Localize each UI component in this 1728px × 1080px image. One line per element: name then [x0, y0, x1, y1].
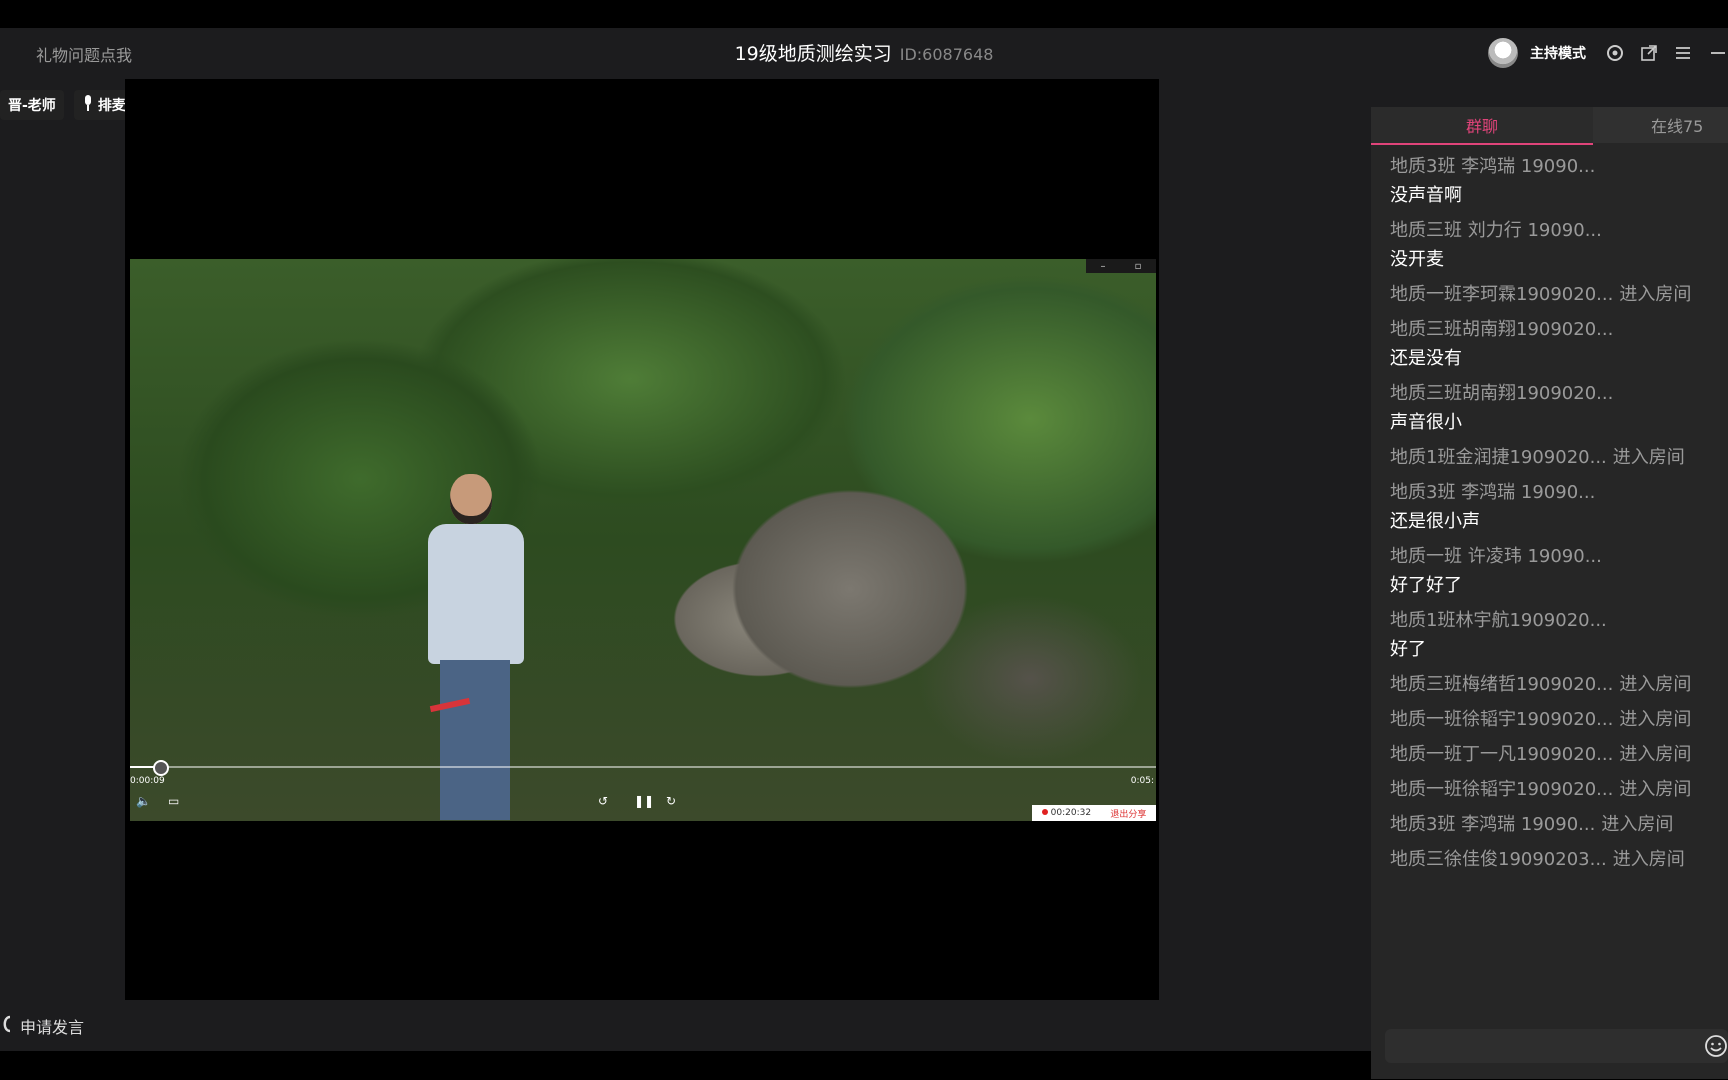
- shared-video[interactable]: – ▫ 0:00:09 0:05: 🔈 ▭ ↺ ❚❚ ↻ 00:20:32 退出…: [130, 259, 1156, 821]
- exit-share-button[interactable]: 退出分享: [1110, 807, 1146, 820]
- forward-icon[interactable]: ↻: [666, 794, 676, 808]
- teacher-label: 晋-老师: [8, 98, 56, 114]
- phone-icon: [0, 1015, 14, 1037]
- chat-sender[interactable]: 地质一班李珂霖1909020...: [1390, 284, 1613, 305]
- room-title: 19级地质测绘实习: [734, 43, 892, 65]
- host-mode-label[interactable]: 主持模式: [1530, 43, 1586, 63]
- chat-message: 地质3班 李鸿瑞 19090... 还是很小声: [1390, 482, 1725, 533]
- chat-enter-row: 地质1班金润捷1909020... 进入房间: [1390, 447, 1725, 469]
- chat-enter-room-notice: 进入房间: [1601, 814, 1674, 835]
- chat-message-list[interactable]: 地质3班 李鸿瑞 19090... 没声音啊地质三班 刘力行 19090... 没开…: [1390, 156, 1725, 884]
- chat-message: 地质一班徐韬宇1909020... 进入房间: [1390, 709, 1725, 731]
- chat-enter-room-notice: 进入房间: [1619, 709, 1692, 730]
- teacher-pill[interactable]: 晋-老师: [0, 90, 64, 120]
- chat-sender[interactable]: 地质1班林宇航1909020...: [1390, 610, 1725, 632]
- sidebar-tabs: 群聊 在线75: [1371, 107, 1728, 145]
- apply-speak-button[interactable]: 申请发言: [0, 1014, 84, 1038]
- room-title-bar: 19级地质测绘实习 ID:6087648: [0, 39, 1728, 66]
- chat-message: 地质一班徐韬宇1909020... 进入房间: [1390, 779, 1725, 801]
- chat-sender[interactable]: 地质三班 刘力行 19090...: [1390, 220, 1725, 242]
- minimize-icon[interactable]: [1706, 42, 1728, 64]
- video-time-total: 0:05:: [1130, 776, 1154, 786]
- chat-message: 地质一班丁一凡1909020... 进入房间: [1390, 744, 1725, 766]
- emoji-icon[interactable]: [1704, 1034, 1728, 1058]
- chat-sender[interactable]: 地质三班胡南翔1909020...: [1390, 319, 1725, 341]
- chat-message: 地质1班林宇航1909020... 好了: [1390, 610, 1725, 661]
- video-minimize-icon[interactable]: –: [1101, 261, 1106, 272]
- video-time-current: 0:00:09: [130, 776, 165, 786]
- queue-mic-label: 排麦: [97, 98, 126, 114]
- chat-enter-row: 地质三班梅绪哲1909020... 进入房间: [1390, 674, 1725, 696]
- recording-status: 00:20:32 退出分享: [1032, 805, 1156, 821]
- chat-message: 地质一班李珂霖1909020... 进入房间: [1390, 284, 1725, 306]
- chat-sender[interactable]: 地质一班徐韬宇1909020...: [1390, 709, 1613, 730]
- left-toolbar: 晋-老师 排麦: [0, 90, 134, 120]
- pause-icon[interactable]: ❚❚: [634, 794, 654, 808]
- chat-sender[interactable]: 地质3班 李鸿瑞 19090...: [1390, 482, 1725, 504]
- chat-enter-row: 地质一班徐韬宇1909020... 进入房间: [1390, 709, 1725, 731]
- chat-enter-room-notice: 进入房间: [1619, 284, 1692, 305]
- mic-icon: [82, 94, 94, 116]
- chat-text: 声音很小: [1390, 412, 1462, 433]
- popout-icon[interactable]: [1638, 42, 1660, 64]
- chat-enter-row: 地质3班 李鸿瑞 19090... 进入房间: [1390, 814, 1725, 836]
- chat-message: 地质三班胡南翔1909020... 还是没有: [1390, 319, 1725, 370]
- chat-sender[interactable]: 地质1班金润捷1909020...: [1390, 447, 1607, 468]
- tab-online[interactable]: 在线75: [1593, 107, 1728, 143]
- chat-enter-room-notice: 进入房间: [1619, 674, 1692, 695]
- chat-enter-room-notice: 进入房间: [1612, 447, 1685, 468]
- chat-message: 地质3班 李鸿瑞 19090... 没声音啊: [1390, 156, 1725, 207]
- menu-icon[interactable]: [1672, 42, 1694, 64]
- chat-input[interactable]: [1385, 1029, 1728, 1063]
- video-progress-knob[interactable]: [152, 760, 169, 776]
- chat-message: 地质三班梅绪哲1909020... 进入房间: [1390, 674, 1725, 696]
- chat-sender[interactable]: 地质三班胡南翔1909020...: [1390, 383, 1725, 405]
- video-progress-bar[interactable]: [130, 760, 1156, 776]
- chat-enter-row: 地质一班李珂霖1909020... 进入房间: [1390, 284, 1725, 306]
- video-window-controls: – ▫: [1086, 259, 1156, 273]
- chat-sidebar: 群聊 在线75 地质3班 李鸿瑞 19090... 没声音啊地质三班 刘力行 19…: [1371, 107, 1728, 1079]
- chat-message: 地质三徐佳俊19090203... 进入房间: [1390, 849, 1725, 871]
- chat-text: 好了: [1390, 639, 1426, 660]
- chat-enter-row: 地质一班丁一凡1909020... 进入房间: [1390, 744, 1725, 766]
- chat-text: 还是没有: [1390, 348, 1462, 369]
- chat-message: 地质三班 刘力行 19090... 没开麦: [1390, 220, 1725, 271]
- chat-enter-row: 地质一班徐韬宇1909020... 进入房间: [1390, 779, 1725, 801]
- video-restore-icon[interactable]: ▫: [1135, 261, 1142, 272]
- rewind-icon[interactable]: ↺: [598, 794, 608, 808]
- chat-enter-room-notice: 进入房间: [1619, 744, 1692, 765]
- chat-sender[interactable]: 地质一班 许凌玮 19090...: [1390, 546, 1725, 568]
- room-id: ID:6087648: [899, 45, 994, 64]
- chat-message: 地质一班 许凌玮 19090... 好了好了: [1390, 546, 1725, 597]
- chat-sender[interactable]: 地质3班 李鸿瑞 19090...: [1390, 156, 1725, 178]
- settings-icon[interactable]: [1604, 42, 1626, 64]
- chat-sender[interactable]: 地质三班梅绪哲1909020...: [1390, 674, 1613, 695]
- chat-sender[interactable]: 地质三徐佳俊19090203...: [1390, 849, 1607, 870]
- chat-sender[interactable]: 地质一班丁一凡1909020...: [1390, 744, 1613, 765]
- chat-text: 没开麦: [1390, 249, 1444, 270]
- chat-enter-row: 地质三徐佳俊19090203... 进入房间: [1390, 849, 1725, 871]
- chat-enter-room-notice: 进入房间: [1619, 779, 1692, 800]
- chat-message: 地质三班胡南翔1909020... 声音很小: [1390, 383, 1725, 434]
- recording-time: 00:20:32: [1041, 808, 1091, 818]
- apply-speak-label: 申请发言: [20, 1018, 85, 1037]
- volume-icon[interactable]: 🔈: [136, 794, 151, 808]
- top-bar: 礼物问题点我 19级地质测绘实习 ID:6087648 主持模式: [0, 28, 1728, 78]
- chat-text: 好了好了: [1390, 575, 1462, 596]
- chat-text: 还是很小声: [1390, 511, 1480, 532]
- chat-message: 地质3班 李鸿瑞 19090... 进入房间: [1390, 814, 1725, 836]
- chat-text: 没声音啊: [1390, 185, 1462, 206]
- chat-sender[interactable]: 地质一班徐韬宇1909020...: [1390, 779, 1613, 800]
- chat-sender[interactable]: 地质3班 李鸿瑞 19090...: [1390, 814, 1595, 835]
- tab-group-chat[interactable]: 群聊: [1371, 107, 1593, 145]
- chat-enter-room-notice: 进入房间: [1612, 849, 1685, 870]
- top-right-controls: 主持模式: [1488, 36, 1728, 70]
- chat-message: 地质1班金润捷1909020... 进入房间: [1390, 447, 1725, 469]
- avatar[interactable]: [1488, 38, 1518, 68]
- subtitle-icon[interactable]: ▭: [168, 794, 179, 808]
